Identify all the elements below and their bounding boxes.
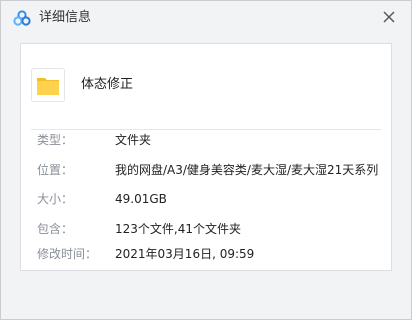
detail-label: 大小：: [37, 192, 74, 206]
detail-value: 文件夹: [115, 133, 152, 147]
detail-label: 位置：: [37, 163, 74, 177]
title-bar: 详细信息: [1, 1, 411, 35]
close-icon: [383, 11, 395, 23]
item-header: 体态修正: [21, 44, 391, 129]
detail-value: 49.01GB: [115, 192, 167, 206]
detail-label: 包含：: [37, 222, 74, 236]
item-name: 体态修正: [81, 77, 134, 92]
detail-row-modified: 修改时间： 2021年03月16日, 09:59: [21, 244, 391, 264]
detail-value: 123个文件,41个文件夹: [115, 222, 241, 236]
folder-icon: [31, 68, 65, 102]
close-button[interactable]: [379, 7, 399, 27]
detail-label: 类型：: [37, 133, 74, 147]
details-dialog: 详细信息 体态修正 类型： 文件夹 位置： 我的网盘/A3/健身美容类/麦大湿/…: [0, 0, 412, 320]
detail-row-location: 位置： 我的网盘/A3/健身美容类/麦大湿/麦大湿21天系列: [21, 160, 391, 180]
detail-row-size: 大小： 49.01GB: [21, 189, 391, 209]
dialog-title: 详细信息: [39, 10, 92, 25]
baidu-netdisk-logo-icon: [13, 10, 31, 26]
detail-label: 修改时间：: [37, 247, 98, 261]
details-panel: 体态修正 类型： 文件夹 位置： 我的网盘/A3/健身美容类/麦大湿/麦大湿21…: [20, 43, 392, 271]
detail-row-contains: 包含： 123个文件,41个文件夹: [21, 219, 391, 239]
detail-value: 2021年03月16日, 09:59: [115, 247, 255, 261]
detail-value[interactable]: 我的网盘/A3/健身美容类/麦大湿/麦大湿21天系列: [115, 160, 378, 180]
detail-row-type: 类型： 文件夹: [21, 130, 391, 150]
